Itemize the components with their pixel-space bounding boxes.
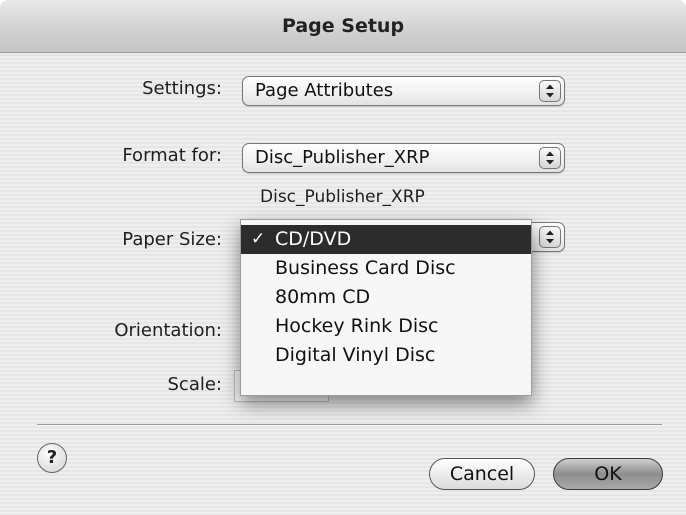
checkmark-icon: ✓ [251, 229, 266, 249]
settings-value: Page Attributes [255, 80, 394, 101]
menu-item-label: CD/DVD [275, 228, 352, 250]
menu-item-label: Hockey Rink Disc [275, 315, 439, 337]
scale-label: Scale: [167, 374, 223, 395]
settings-label: Settings: [142, 78, 222, 99]
paper-size-menu: ✓ CD/DVD Business Card Disc 80mm CD Hock… [240, 219, 532, 396]
help-button[interactable]: ? [37, 443, 67, 473]
format-for-popup[interactable]: Disc_Publisher_XRP [242, 143, 565, 173]
menu-item-80mm-cd[interactable]: 80mm CD [241, 283, 531, 312]
format-for-value: Disc_Publisher_XRP [255, 147, 430, 168]
settings-popup[interactable]: Page Attributes [242, 76, 565, 106]
cancel-button[interactable]: Cancel [429, 458, 535, 490]
window-title: Page Setup [0, 0, 686, 53]
format-for-label: Format for: [122, 145, 222, 166]
paper-size-label: Paper Size: [122, 229, 222, 250]
menu-item-business-card-disc[interactable]: Business Card Disc [241, 254, 531, 283]
popup-arrows-icon [539, 226, 561, 248]
menu-item-digital-vinyl-disc[interactable]: Digital Vinyl Disc [241, 341, 531, 370]
popup-arrows-icon [539, 147, 561, 169]
menu-item-label: 80mm CD [275, 286, 371, 308]
divider [37, 424, 662, 426]
printer-description: Disc_Publisher_XRP [260, 187, 425, 207]
ok-button[interactable]: OK [553, 458, 663, 490]
menu-item-label: Digital Vinyl Disc [275, 344, 436, 366]
menu-item-cd-dvd[interactable]: ✓ CD/DVD [241, 225, 531, 254]
orientation-label: Orientation: [114, 320, 222, 341]
menu-item-label: Business Card Disc [275, 257, 456, 279]
page-setup-dialog: Page Setup Settings: Page Attributes For… [0, 0, 686, 515]
popup-arrows-icon [539, 80, 561, 102]
menu-item-hockey-rink-disc[interactable]: Hockey Rink Disc [241, 312, 531, 341]
